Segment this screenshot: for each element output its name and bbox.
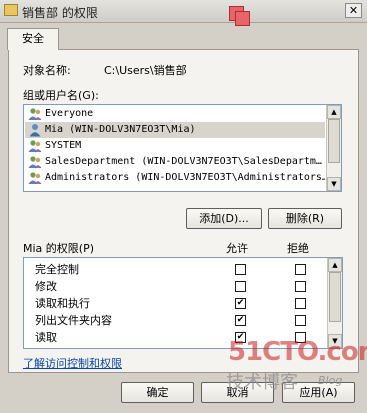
permission-row: 完全控制 <box>24 261 328 278</box>
deny-checkbox[interactable] <box>295 264 306 275</box>
list-item[interactable]: Mia (WIN-DOLV3N7EO3T\Mia) <box>25 122 325 138</box>
scroll-up-icon[interactable]: ▲ <box>328 258 342 272</box>
users-icon <box>28 156 42 168</box>
permission-name: 完全控制 <box>35 263 79 276</box>
permission-name: 读取 <box>35 331 57 344</box>
users-icon <box>28 172 42 184</box>
learn-permissions-link[interactable]: 了解访问控制和权限 <box>23 355 122 371</box>
allow-checkbox[interactable]: ✔ <box>235 298 246 309</box>
permission-name: 读取和执行 <box>35 297 90 310</box>
watermark-subtitle: 技术博客 <box>226 372 298 393</box>
deny-checkbox[interactable] <box>295 298 306 309</box>
scroll-thumb[interactable] <box>329 272 341 322</box>
scroll-up-icon[interactable]: ▲ <box>327 105 341 119</box>
list-item[interactable]: SalesDepartment (WIN-DOLV3N7EO3T\SalesDe… <box>25 154 325 170</box>
folder-icon <box>4 4 18 16</box>
overlay-icon <box>235 11 250 26</box>
user-list[interactable]: Everyone Mia (WIN-DOLV3N7EO3T\Mia) SYSTE… <box>23 104 342 192</box>
deny-checkbox[interactable] <box>295 281 306 292</box>
add-button[interactable]: 添加(D)... <box>186 208 262 229</box>
deny-checkbox[interactable] <box>295 315 306 326</box>
object-name-value: C:\Users\销售部 <box>104 64 187 77</box>
tab-security[interactable]: 安全 <box>7 28 59 50</box>
list-item[interactable]: Administrators (WIN-DOLV3N7EO3T\Administ… <box>25 170 325 186</box>
permission-name: 列出文件夹内容 <box>35 314 112 327</box>
watermark-logo: 51CTO.com <box>228 337 367 367</box>
ok-button[interactable]: 确定 <box>121 382 194 403</box>
allow-checkbox[interactable] <box>235 281 246 292</box>
object-name-label: 对象名称: <box>23 64 71 77</box>
allow-checkbox[interactable]: ✔ <box>235 315 246 326</box>
permissions-scrollbar[interactable]: ▲ ▼ <box>327 258 342 348</box>
users-icon <box>28 108 42 120</box>
deny-header: 拒绝 <box>287 242 309 255</box>
permission-row: 修改 <box>24 278 328 295</box>
user-name: Everyone <box>45 108 94 119</box>
allow-checkbox[interactable] <box>235 264 246 275</box>
permission-row: 读取和执行 ✔ <box>24 295 328 312</box>
user-list-scrollbar[interactable]: ▲ ▼ <box>326 105 341 191</box>
user-name: Administrators (WIN-DOLV3N7EO3T\Administ… <box>45 172 325 183</box>
allow-header: 允许 <box>226 242 248 255</box>
permission-row: 列出文件夹内容 ✔ <box>24 312 328 329</box>
scroll-down-icon[interactable]: ▼ <box>327 177 341 191</box>
scroll-thumb[interactable] <box>328 119 340 163</box>
window-title: 销售部 的权限 <box>22 6 98 20</box>
users-icon <box>28 140 42 152</box>
user-name: SalesDepartment (WIN-DOLV3N7EO3T\SalesDe… <box>45 156 322 167</box>
user-icon <box>29 124 41 137</box>
watermark-blog: Blog <box>318 374 343 387</box>
remove-button[interactable]: 删除(R) <box>268 208 342 229</box>
title-bar: 销售部 的权限 ✕ <box>0 0 367 26</box>
permissions-label: Mia 的权限(P) <box>23 242 95 255</box>
list-item[interactable]: Everyone <box>25 106 325 122</box>
permissions-table: 完全控制 修改 读取和执行 ✔ 列出文件夹内容 ✔ 读取 ✔ ▲ ▼ <box>23 257 343 349</box>
close-button[interactable]: ✕ <box>345 3 362 18</box>
permission-name: 修改 <box>35 280 57 293</box>
user-name: Mia (WIN-DOLV3N7EO3T\Mia) <box>45 124 196 135</box>
groups-label: 组或用户名(G): <box>23 89 99 102</box>
list-item[interactable]: SYSTEM <box>25 138 325 154</box>
user-name: SYSTEM <box>45 140 82 151</box>
